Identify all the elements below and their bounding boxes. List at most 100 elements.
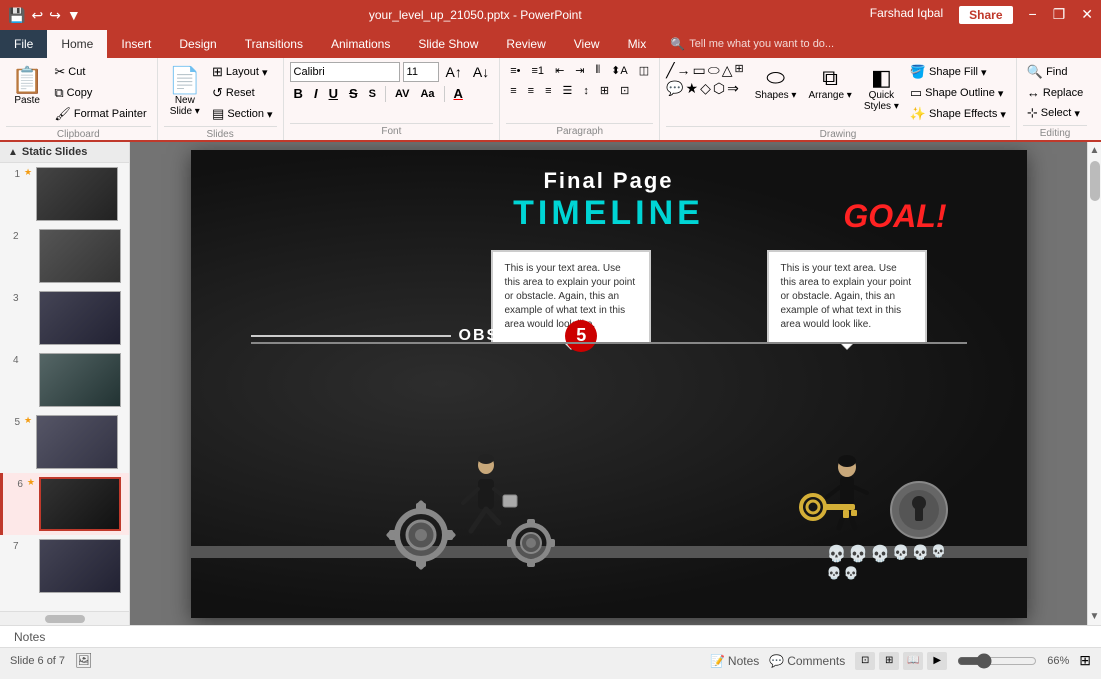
copy-button[interactable]: ⧉ Copy: [50, 83, 150, 103]
tab-animations[interactable]: Animations: [317, 30, 404, 58]
slide-thumb-5[interactable]: 5 ★: [0, 411, 129, 473]
slide-thumb-4[interactable]: 4: [0, 349, 129, 411]
shape-diamond[interactable]: ◇: [700, 80, 711, 97]
quick-styles-button[interactable]: ◧ QuickStyles ▾: [859, 62, 904, 116]
shape-arrow[interactable]: →: [677, 62, 691, 79]
notes-button[interactable]: 📝 Notes: [710, 654, 759, 668]
shapes-button[interactable]: ⬭ Shapes ▾: [750, 62, 802, 105]
italic-button[interactable]: I: [310, 85, 322, 102]
tab-slideshow[interactable]: Slide Show: [404, 30, 492, 58]
tab-insert[interactable]: Insert: [107, 30, 165, 58]
shape-callout[interactable]: 💬: [666, 80, 683, 97]
tab-mix[interactable]: Mix: [614, 30, 661, 58]
font-size-input[interactable]: [403, 62, 439, 82]
font-name-input[interactable]: [290, 62, 400, 82]
align-right-button[interactable]: ≡: [541, 83, 555, 99]
change-case-button[interactable]: Aa: [416, 87, 438, 101]
slide-thumb-3[interactable]: 3: [0, 287, 129, 349]
slide-thumbnail-1[interactable]: [36, 167, 118, 221]
normal-view-button[interactable]: ⊡: [855, 652, 875, 670]
tab-design[interactable]: Design: [165, 30, 230, 58]
slide-thumb-2[interactable]: 2: [0, 225, 129, 287]
static-slides-collapse-icon[interactable]: ▲: [8, 147, 18, 158]
minimize-button[interactable]: −: [1029, 6, 1037, 24]
decrease-font-button[interactable]: A↓: [469, 62, 493, 82]
strikethrough-button[interactable]: S: [345, 85, 362, 102]
slide-thumbnail-6[interactable]: [39, 477, 121, 531]
convert-smartart-button[interactable]: ◫: [635, 62, 653, 79]
slide-thumb-6[interactable]: 6 ★: [0, 473, 129, 535]
find-button[interactable]: 🔍 Find: [1023, 62, 1087, 82]
decrease-indent-button[interactable]: ⇤: [551, 62, 568, 79]
fit-window-button[interactable]: ⊞: [1079, 652, 1091, 669]
slide-thumbnail-4[interactable]: [39, 353, 121, 407]
shape-line[interactable]: ╱: [666, 62, 674, 79]
add-column-button[interactable]: ⊞: [596, 82, 613, 99]
shape-oval[interactable]: ⬭: [708, 62, 720, 79]
new-slide-button[interactable]: 📄 NewSlide ▾: [164, 62, 206, 121]
undo-icon[interactable]: ↩: [31, 7, 43, 24]
align-left-button[interactable]: ≡: [506, 83, 520, 99]
scroll-down-arrow[interactable]: ▼: [1089, 610, 1101, 623]
tab-view[interactable]: View: [560, 30, 614, 58]
cut-button[interactable]: ✂ Cut: [50, 62, 150, 82]
redo-icon[interactable]: ↪: [49, 7, 61, 24]
layout-button[interactable]: ⊞ Layout ▾: [208, 62, 277, 82]
shape-rect[interactable]: ▭: [693, 62, 706, 79]
tab-transitions[interactable]: Transitions: [231, 30, 317, 58]
slide-thumbnail-3[interactable]: [39, 291, 121, 345]
shape-cylinder[interactable]: ⬡: [713, 80, 725, 97]
paste-button[interactable]: 📋 Paste: [6, 62, 48, 110]
columns-button[interactable]: ⫴: [592, 62, 605, 79]
replace-button[interactable]: ↔ Replace: [1023, 83, 1087, 102]
zoom-slider[interactable]: [957, 653, 1037, 669]
more-paragraph-button[interactable]: ⊡: [616, 82, 633, 99]
reading-view-button[interactable]: 📖: [903, 652, 923, 670]
comments-button[interactable]: 💬 Comments: [769, 654, 845, 668]
underline-button[interactable]: U: [325, 85, 342, 102]
scroll-up-arrow[interactable]: ▲: [1089, 144, 1101, 157]
bold-button[interactable]: B: [290, 85, 307, 102]
tell-me-box[interactable]: Tell me what you want to do...: [689, 38, 834, 50]
bullets-button[interactable]: ≡•: [506, 63, 524, 79]
right-scrollbar[interactable]: ▲ ▼: [1087, 142, 1101, 625]
slide-thumb-7[interactable]: 7: [0, 535, 129, 597]
scroll-thumb[interactable]: [1090, 161, 1100, 201]
slide-sorter-button[interactable]: ⊞: [879, 652, 899, 670]
tab-review[interactable]: Review: [492, 30, 559, 58]
line-spacing-button[interactable]: ↕: [579, 83, 593, 99]
slide-icon[interactable]: 🖼: [75, 652, 93, 669]
save-icon[interactable]: 💾: [8, 7, 25, 24]
tab-home[interactable]: Home: [47, 30, 107, 58]
select-button[interactable]: ⊹ Select ▾: [1023, 103, 1087, 123]
text-direction-button[interactable]: ⬍A: [607, 62, 632, 79]
restore-button[interactable]: ❐: [1053, 6, 1066, 24]
menu-file[interactable]: File: [0, 30, 47, 58]
shape-star[interactable]: ★: [686, 80, 699, 97]
section-button[interactable]: ▤ Section ▾: [208, 104, 277, 124]
reset-button[interactable]: ↺ Reset: [208, 83, 277, 103]
slides-panel-scrollbar[interactable]: [0, 611, 129, 625]
slide-thumbnail-5[interactable]: [36, 415, 118, 469]
shape-block-arrow[interactable]: ⇒: [727, 80, 739, 97]
share-button[interactable]: Share: [959, 6, 1012, 24]
shape-triangle[interactable]: △: [722, 62, 733, 79]
font-color-button[interactable]: A: [450, 85, 467, 102]
slide-thumbnail-2[interactable]: [39, 229, 121, 283]
shadow-button[interactable]: S: [365, 87, 380, 101]
arrange-button[interactable]: ⧉ Arrange ▾: [803, 62, 856, 105]
notes-bar[interactable]: Notes: [0, 625, 1101, 647]
numbering-button[interactable]: ≡1: [528, 63, 549, 79]
shape-outline-button[interactable]: ▭ Shape Outline ▾: [906, 83, 1010, 103]
align-center-button[interactable]: ≡: [524, 83, 538, 99]
slide-thumb-1[interactable]: 1 ★: [0, 163, 129, 225]
slideshow-button[interactable]: ▶: [927, 652, 947, 670]
char-spacing-button[interactable]: AV: [391, 87, 413, 101]
increase-font-button[interactable]: A↑: [442, 62, 466, 82]
shape-effects-button[interactable]: ✨ Shape Effects ▾: [906, 104, 1010, 124]
justify-button[interactable]: ☰: [559, 82, 577, 99]
shape-fill-button[interactable]: 🪣 Shape Fill ▾: [906, 62, 1010, 82]
slide-thumbnail-7[interactable]: [39, 539, 121, 593]
shape-more[interactable]: ⊞: [735, 62, 744, 79]
close-button[interactable]: ✕: [1081, 6, 1093, 24]
